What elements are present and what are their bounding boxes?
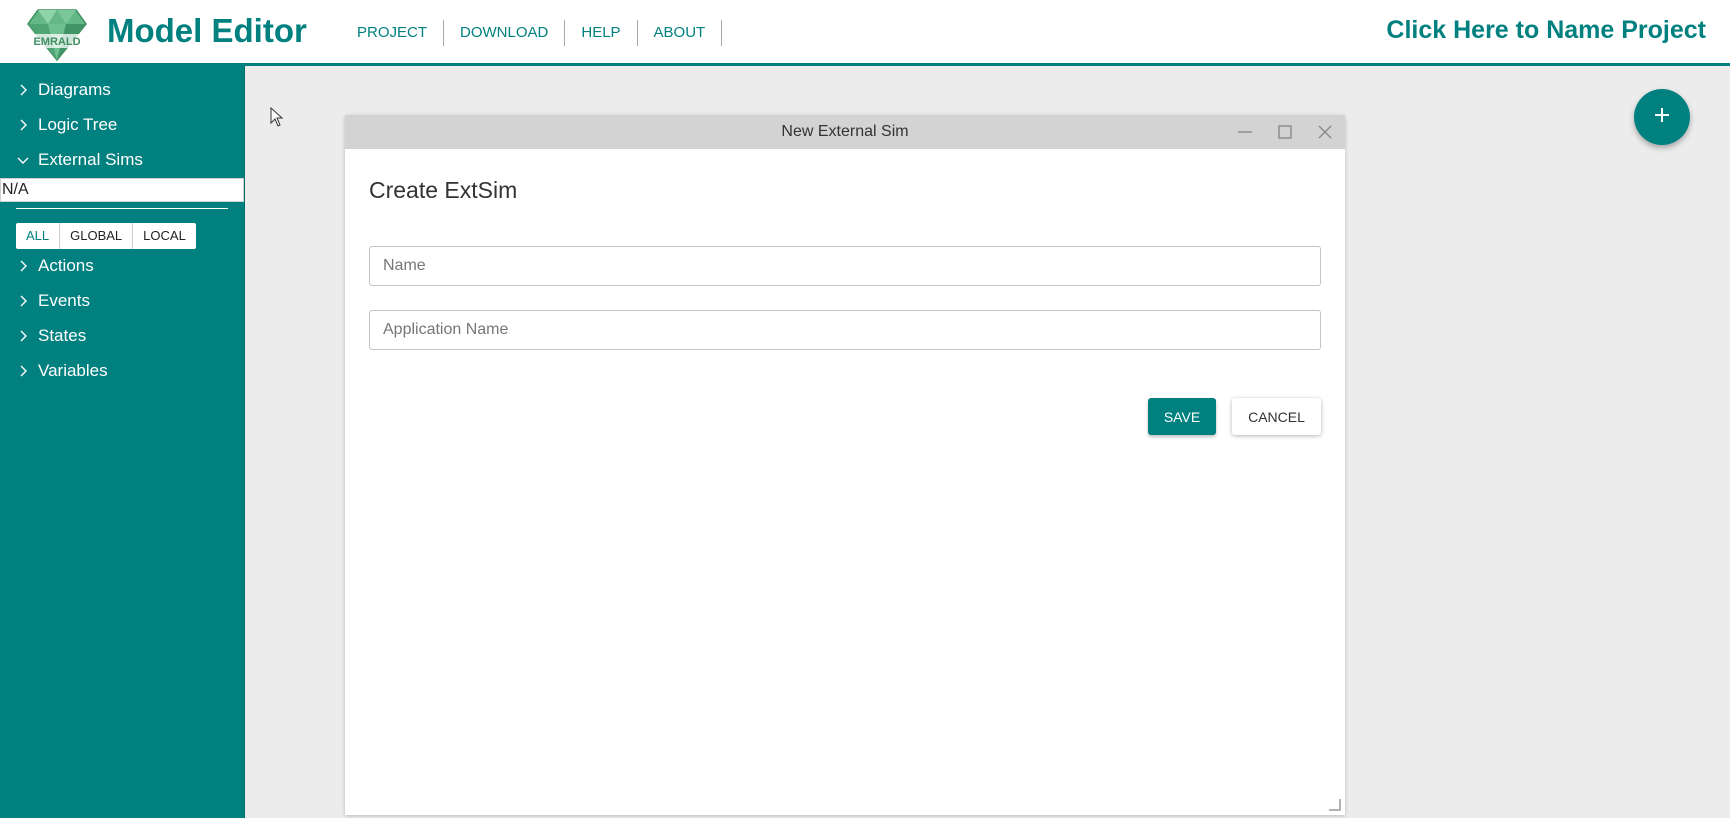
chevron-right-icon	[16, 83, 30, 97]
nav-help[interactable]: HELP	[565, 20, 638, 46]
app-title: Model Editor	[107, 12, 307, 49]
sidebar-item-label: States	[38, 326, 87, 345]
minimize-icon[interactable]	[1236, 123, 1254, 141]
sidebar-item-logic-tree[interactable]: Logic Tree	[0, 110, 245, 140]
sidebar-item-states[interactable]: States	[0, 321, 245, 351]
save-button[interactable]: SAVE	[1148, 398, 1216, 435]
filter-all-button[interactable]: ALL	[16, 223, 61, 249]
top-nav: PROJECT DOWNLOAD HELP ABOUT	[341, 20, 723, 46]
dialog-titlebar[interactable]: New External Sim	[345, 115, 1345, 149]
sidebar-search-input[interactable]	[0, 178, 244, 202]
resize-grip-icon[interactable]	[1327, 797, 1341, 811]
sidebar-item-label: External Sims	[38, 150, 143, 169]
chevron-right-icon	[16, 118, 30, 132]
sidebar-item-label: Variables	[38, 361, 108, 380]
sidebar-item-label: Events	[38, 291, 90, 310]
maximize-icon[interactable]	[1276, 123, 1294, 141]
name-input[interactable]	[369, 246, 1321, 286]
sidebar-item-actions[interactable]: Actions	[0, 251, 245, 281]
chevron-right-icon	[16, 294, 30, 308]
close-icon[interactable]	[1316, 123, 1334, 141]
nav-download[interactable]: DOWNLOAD	[444, 20, 566, 46]
chevron-down-icon	[16, 153, 30, 167]
sidebar-item-label: Logic Tree	[38, 115, 118, 134]
sidebar-divider	[16, 208, 228, 209]
svg-text:EMRALD: EMRALD	[33, 36, 80, 48]
dialog-heading: Create ExtSim	[369, 177, 518, 203]
dialog-title: New External Sim	[781, 123, 909, 140]
nav-project[interactable]: PROJECT	[341, 20, 445, 46]
application-name-input[interactable]	[369, 310, 1321, 350]
project-name-button[interactable]: Click Here to Name Project	[1386, 16, 1706, 45]
add-fab-button[interactable]	[1634, 89, 1690, 145]
nav-about[interactable]: ABOUT	[638, 20, 723, 46]
sidebar-item-label: Actions	[38, 256, 94, 275]
emrald-logo: EMRALD	[24, 4, 90, 62]
sidebar: Diagrams Logic Tree External Sims ALL GL…	[0, 66, 245, 818]
sidebar-item-variables[interactable]: Variables	[0, 356, 245, 386]
filter-local-button[interactable]: LOCAL	[133, 223, 196, 249]
filter-global-button[interactable]: GLOBAL	[60, 223, 134, 249]
sidebar-item-external-sims[interactable]: External Sims	[0, 145, 245, 175]
mouse-cursor-icon	[270, 106, 284, 127]
sidebar-item-label: Diagrams	[38, 80, 111, 99]
app-header: EMRALD Model Editor PROJECT DOWNLOAD HEL…	[0, 0, 1730, 66]
chevron-right-icon	[16, 259, 30, 273]
sidebar-item-events[interactable]: Events	[0, 286, 245, 316]
sidebar-item-diagrams[interactable]: Diagrams	[0, 75, 245, 105]
chevron-right-icon	[16, 364, 30, 378]
chevron-right-icon	[16, 329, 30, 343]
cancel-button[interactable]: CANCEL	[1232, 398, 1321, 435]
plus-icon	[1653, 106, 1671, 129]
new-external-sim-dialog: New External Sim Create ExtSim SAVE CANC…	[345, 115, 1345, 815]
scope-filter-group: ALL GLOBAL LOCAL	[16, 223, 196, 249]
